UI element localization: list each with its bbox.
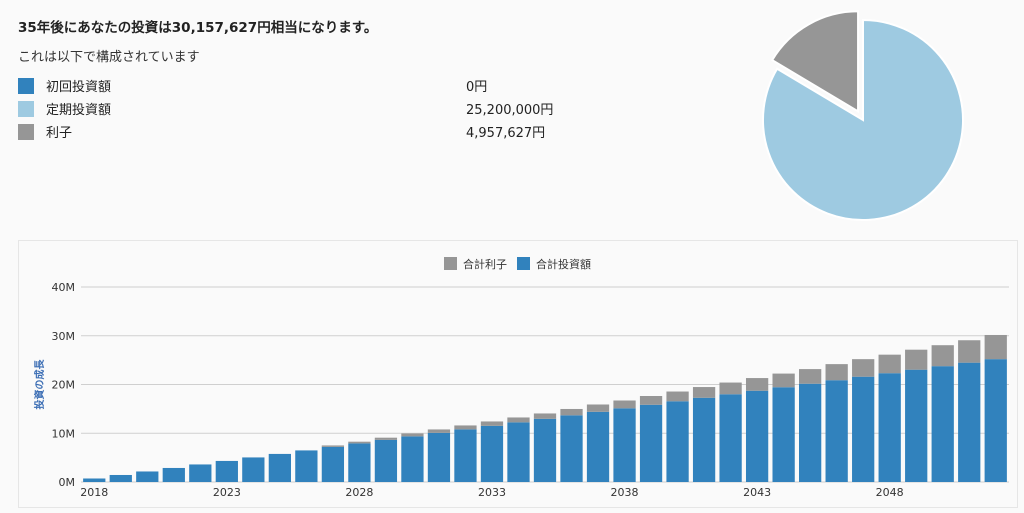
x-tick-label: 2018 — [80, 486, 108, 499]
legend-swatch-1 — [517, 257, 530, 270]
x-tick-label: 2028 — [345, 486, 373, 499]
bar-interest-2041 — [692, 387, 716, 398]
bar-investment-2019 — [109, 474, 132, 482]
bar-interest-2030 — [401, 433, 424, 437]
bar-interest-2043 — [745, 378, 769, 391]
bar-interest-2035 — [533, 413, 557, 419]
periodic-swatch — [18, 100, 34, 117]
bar-investment-2036 — [560, 415, 583, 482]
interest-value: 4,957,627円 — [466, 126, 546, 141]
bar-investment-2046 — [825, 380, 848, 482]
bar-investment-2051 — [958, 362, 981, 482]
composition-pie-chart — [762, 10, 964, 221]
bar-investment-2042 — [719, 394, 742, 482]
y-axis-title: 投資の成長 — [33, 359, 46, 410]
bar-interest-2044 — [772, 373, 795, 388]
legend-swatch-0 — [444, 257, 457, 270]
bar-investment-2022 — [189, 464, 212, 482]
bar-investment-2025 — [268, 453, 291, 482]
legend-label-0: 合計利子 — [463, 257, 507, 271]
bar-investment-2028 — [348, 443, 371, 482]
interest-label: 利子 — [46, 126, 73, 141]
x-tick-label: 2048 — [876, 486, 904, 499]
breakdown-row-initial: 初回投資額 0円 — [18, 74, 578, 97]
bar-investment-2038 — [613, 408, 636, 482]
bar-interest-2038 — [613, 400, 636, 409]
bar-investment-2048 — [878, 373, 901, 482]
x-tick-label: 2043 — [743, 486, 771, 499]
growth-chart-panel: 0M 10M 20M 30M 40M 投資の成長 2018 2023 2028 2033 2038 2… — [18, 240, 1018, 508]
bar-interest-2040 — [666, 391, 689, 402]
initial-value: 0円 — [466, 80, 488, 95]
bar-interest-2029 — [374, 437, 398, 440]
y-tick-label: 40M — [52, 281, 76, 294]
bar-investment-2039 — [639, 404, 663, 482]
breakdown-row-periodic: 定期投資額 25,200,000円 — [18, 97, 578, 120]
bar-interest-2037 — [586, 404, 610, 412]
bar-investment-2047 — [852, 376, 875, 482]
bar-investment-2040 — [666, 401, 689, 482]
bar-interest-2034 — [507, 417, 530, 423]
periodic-label: 定期投資額 — [46, 103, 112, 118]
bar-investment-2032 — [454, 429, 477, 482]
bar-investment-2033 — [480, 425, 504, 482]
bar-interest-2042 — [719, 382, 742, 395]
bar-investment-2049 — [905, 369, 928, 482]
bar-interest-2033 — [480, 421, 504, 426]
bar-investment-2037 — [586, 411, 610, 482]
bar-investment-2031 — [427, 432, 451, 482]
bar-interest-2047 — [852, 359, 875, 377]
bar-interest-2051 — [958, 340, 981, 363]
bar-interest-2028 — [348, 441, 371, 444]
bar-interest-2049 — [905, 349, 928, 370]
periodic-value: 25,200,000円 — [466, 103, 554, 118]
bar-investment-2030 — [401, 436, 424, 482]
bar-investment-2043 — [745, 390, 769, 482]
x-tick-label: 2038 — [611, 486, 639, 499]
bar-investment-2018 — [83, 478, 106, 482]
result-headline: 35年後にあなたの投資は30,157,627円相当になります。 — [18, 20, 378, 36]
bar-interest-2039 — [639, 396, 663, 405]
bar-investment-2024 — [242, 457, 265, 482]
bar-investment-2045 — [799, 383, 822, 482]
x-tick-label: 2033 — [478, 486, 506, 499]
bar-investment-2035 — [533, 418, 557, 482]
bar-interest-2046 — [825, 364, 848, 381]
bar-interest-2027 — [321, 445, 345, 447]
bar-investment-2029 — [374, 439, 398, 482]
bar-investment-2023 — [215, 460, 238, 482]
interest-swatch — [18, 123, 34, 140]
y-tick-label: 30M — [52, 330, 76, 343]
bar-interest-2032 — [454, 425, 477, 430]
bar-investment-2044 — [772, 387, 795, 482]
y-tick-label: 0M — [59, 476, 76, 489]
initial-swatch — [18, 77, 34, 94]
bar-interest-2031 — [427, 429, 451, 433]
y-tick-label: 20M — [52, 379, 76, 392]
bar-investment-2026 — [295, 450, 318, 482]
legend-label-1: 合計投資額 — [536, 257, 591, 271]
bar-investment-2052 — [984, 359, 1007, 482]
bar-investment-2041 — [692, 397, 716, 482]
bar-interest-2036 — [560, 408, 583, 416]
bar-interest-2052 — [984, 334, 1007, 360]
bar-investment-2050 — [931, 366, 954, 482]
growth-bar-chart: 0M 10M 20M 30M 40M 投資の成長 2018 2023 2028 2033 2038 2… — [33, 257, 1009, 499]
bar-interest-2045 — [799, 369, 822, 384]
breakdown-list: 初回投資額 0円 定期投資額 25,200,000円 利子 4,957,627円 — [18, 74, 578, 143]
bar-investment-2027 — [321, 446, 345, 482]
initial-label: 初回投資額 — [46, 80, 112, 95]
bar-interest-2050 — [931, 345, 954, 367]
bar-investment-2034 — [507, 422, 530, 482]
bar-investment-2020 — [136, 471, 159, 482]
bar-investment-2021 — [162, 467, 185, 482]
y-tick-label: 10M — [52, 427, 76, 440]
breakdown-intro: これは以下で構成されています — [18, 50, 200, 65]
breakdown-row-interest: 利子 4,957,627円 — [18, 120, 578, 143]
bar-interest-2048 — [878, 354, 901, 374]
x-tick-label: 2023 — [213, 486, 241, 499]
